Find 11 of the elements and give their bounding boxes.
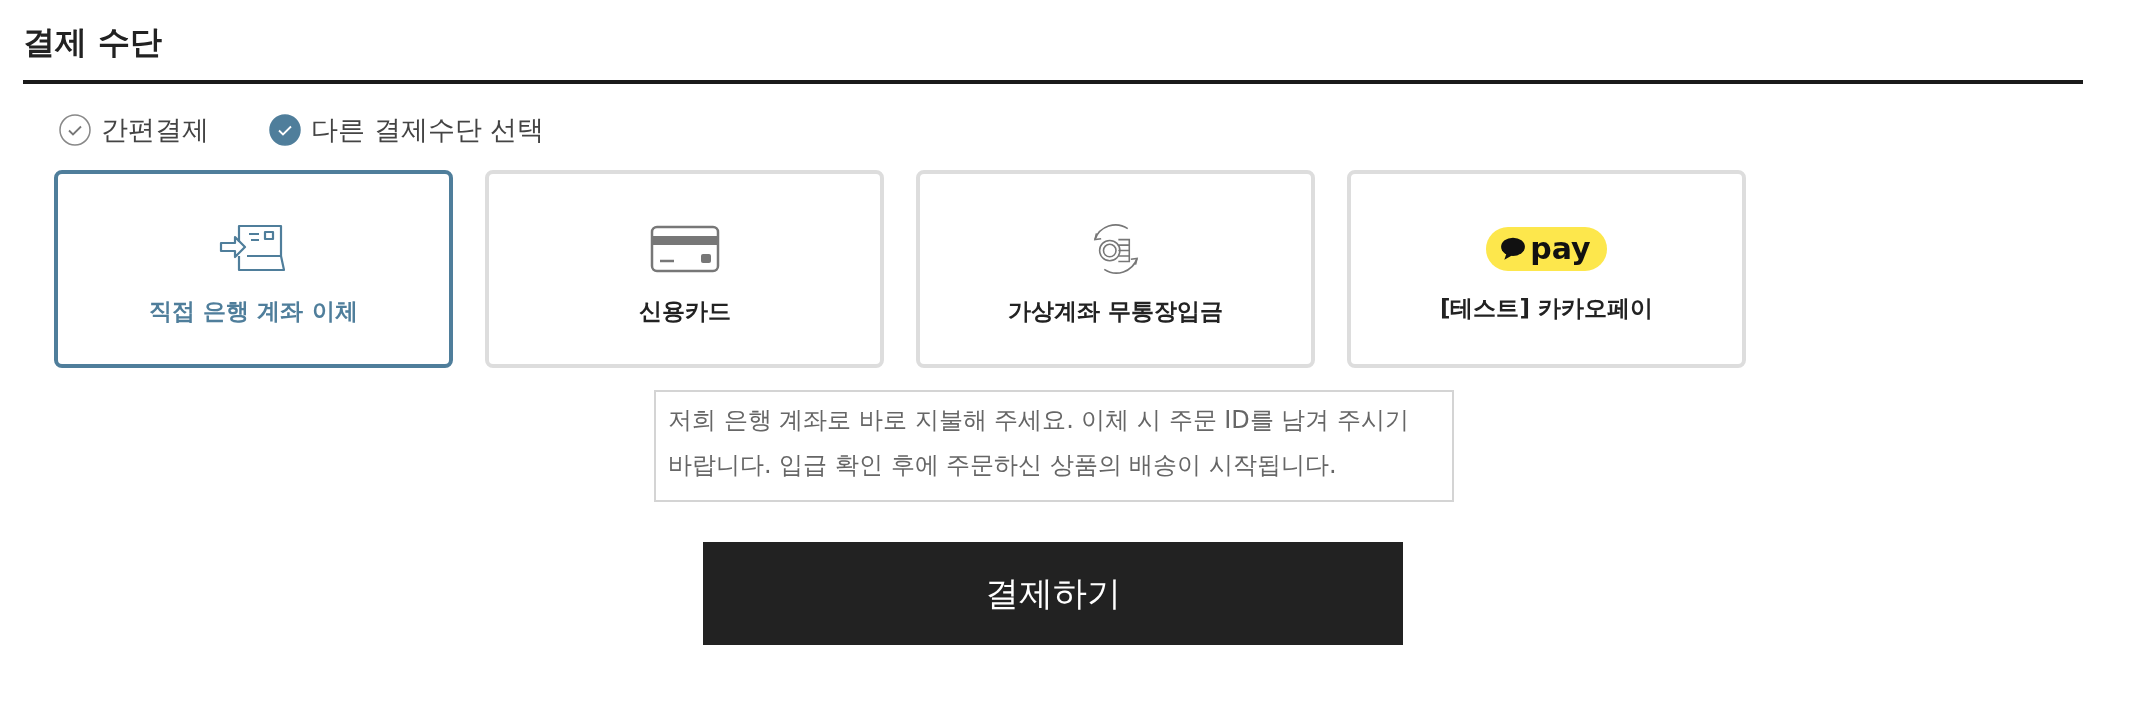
section-title: 결제 수단	[23, 22, 164, 63]
kakao-pay-logo: pay	[1486, 226, 1607, 271]
payment-method-card[interactable]: 가상계좌 무통장입금	[916, 170, 1315, 368]
payment-method-card[interactable]: pay [테스트] 카카오페이	[1347, 170, 1746, 368]
payment-method-card[interactable]: 직접 은행 계좌 이체	[54, 170, 453, 368]
pay-button[interactable]: 결제하기	[703, 542, 1403, 645]
radio-option[interactable]: 간편결제	[59, 112, 209, 148]
credit-card-icon	[649, 223, 720, 274]
payment-description: 저희 은행 계좌로 바로 지불해 주세요. 이체 시 주문 ID를 남겨 주시기 바랍니다. 입급 확인 후에 주문하신 상품의 배송이 시작됩니다.	[654, 390, 1454, 502]
payment-method-card[interactable]: 신용카드	[485, 170, 884, 368]
radio-option[interactable]: 다른 결제수단 선택	[269, 112, 545, 148]
